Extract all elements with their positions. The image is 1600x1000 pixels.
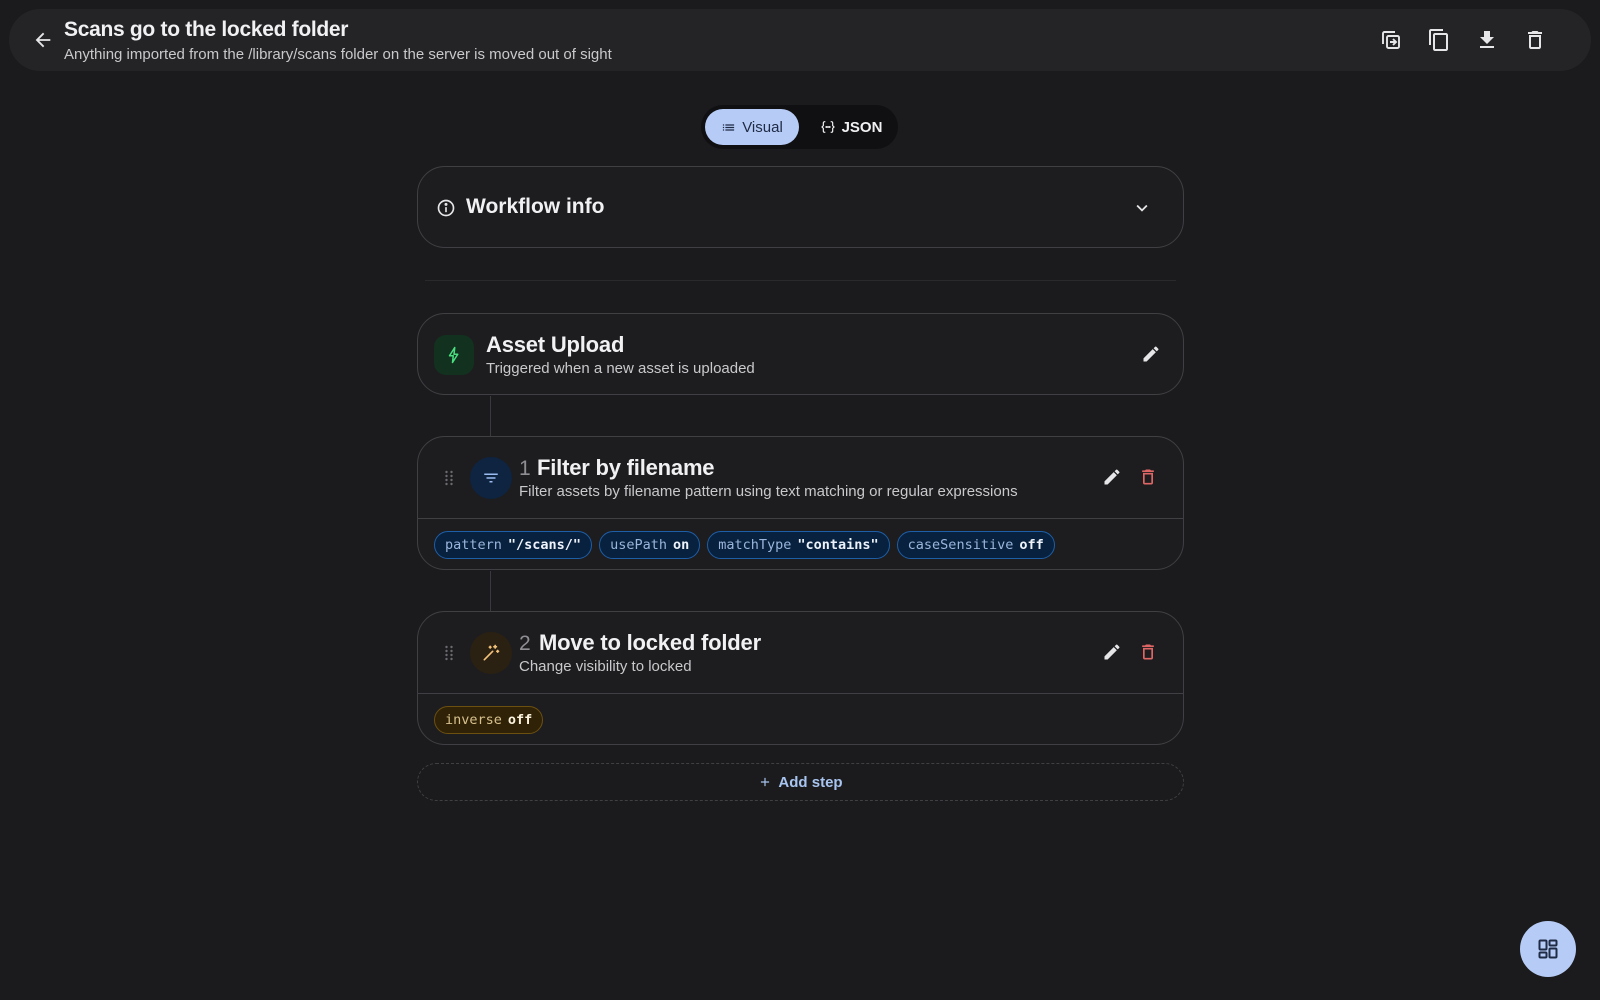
code-braces-icon (820, 119, 836, 135)
param-chip-casesensitive[interactable]: caseSensitive off (896, 531, 1055, 559)
flow-connector (490, 571, 491, 611)
step-separator (418, 518, 1183, 519)
step-params: pattern "/scans/" usePath on matchType "… (434, 531, 1055, 559)
edit-trigger-button[interactable] (1137, 340, 1165, 368)
magic-wand-icon (481, 643, 501, 663)
step-title: Filter by filename (537, 455, 715, 480)
param-key: caseSensitive (907, 537, 1014, 553)
filter-icon (482, 469, 500, 487)
visual-view-button[interactable]: Visual (705, 109, 799, 145)
trigger-title: Asset Upload (486, 332, 625, 357)
step-subtitle: Change visibility to locked (519, 658, 692, 675)
visual-view-label: Visual (742, 118, 783, 136)
plus-icon (758, 775, 772, 789)
back-button[interactable] (27, 24, 59, 56)
param-chip-matchtype[interactable]: matchType "contains" (707, 531, 890, 559)
drag-handle-icon[interactable] (444, 470, 454, 486)
dashboard-icon (1536, 937, 1560, 961)
step-card-move-locked: 2 Move to locked folder Change visibilit… (417, 611, 1184, 745)
param-chip-inverse[interactable]: inverse off (434, 706, 544, 734)
step-icon-badge (470, 632, 512, 674)
trigger-icon-badge (434, 335, 474, 375)
section-divider (425, 280, 1176, 281)
delete-step-button[interactable] (1134, 638, 1162, 666)
download-button[interactable] (1472, 25, 1502, 55)
step-icon-badge (470, 457, 512, 499)
flow-connector (490, 396, 491, 436)
step-card-filter: 1 Filter by filename Filter assets by fi… (417, 436, 1184, 570)
trigger-card: Asset Upload Triggered when a new asset … (417, 313, 1184, 395)
pencil-icon (1102, 642, 1122, 662)
view-toggle: Visual JSON (701, 105, 898, 149)
workflow-info-title: Workflow info (466, 195, 605, 218)
param-key: inverse (445, 712, 502, 728)
edit-step-button[interactable] (1098, 463, 1126, 491)
page-title: Scans go to the locked folder (64, 18, 349, 41)
step-header: 1 Filter by filename Filter assets by fi… (418, 437, 1183, 518)
delete-icon (1523, 28, 1547, 52)
list-icon (721, 120, 736, 135)
json-view-label: JSON (841, 118, 883, 136)
copy-icon (1427, 28, 1451, 52)
edit-step-button[interactable] (1098, 638, 1126, 666)
param-value: "/scans/" (507, 537, 582, 553)
param-chip-usepath[interactable]: usePath on (599, 531, 701, 559)
step-separator (418, 693, 1183, 694)
delete-step-button[interactable] (1134, 463, 1162, 491)
param-value: off (507, 712, 533, 728)
trash-icon (1138, 642, 1158, 662)
step-header: 2 Move to locked folder Change visibilit… (418, 612, 1183, 693)
trigger-subtitle: Triggered when a new asset is uploaded (486, 360, 755, 377)
step-params: inverse off (434, 706, 544, 734)
param-value: on (672, 537, 690, 553)
step-subtitle: Filter assets by filename pattern using … (519, 483, 1018, 500)
pencil-icon (1141, 344, 1161, 364)
workflow-header: Scans go to the locked folder Anything i… (9, 9, 1591, 71)
step-number: 1 (519, 457, 531, 480)
param-value: "contains" (797, 537, 879, 553)
param-key: matchType (718, 537, 792, 553)
lightning-icon (445, 346, 463, 364)
chevron-down-icon[interactable] (1131, 197, 1153, 219)
json-view-button[interactable]: JSON (809, 109, 893, 145)
back-arrow-icon (32, 29, 54, 51)
info-icon (436, 198, 456, 218)
step-number: 2 (519, 632, 531, 655)
add-step-label: Add step (778, 773, 843, 791)
trash-icon (1138, 467, 1158, 487)
download-icon (1475, 28, 1499, 52)
page-subtitle: Anything imported from the /library/scan… (64, 46, 612, 63)
param-key: usePath (610, 537, 667, 553)
step-title: Move to locked folder (539, 630, 761, 655)
param-value: off (1019, 537, 1044, 553)
duplicate-icon (1379, 28, 1403, 52)
add-step-button[interactable]: Add step (417, 763, 1184, 801)
dashboard-fab-button[interactable] (1520, 921, 1576, 977)
workflow-info-card[interactable]: Workflow info (417, 166, 1184, 248)
param-key: pattern (445, 537, 502, 553)
copy-button[interactable] (1424, 25, 1454, 55)
param-chip-pattern[interactable]: pattern "/scans/" (434, 531, 593, 559)
duplicate-button[interactable] (1376, 25, 1406, 55)
delete-workflow-button[interactable] (1520, 25, 1550, 55)
pencil-icon (1102, 467, 1122, 487)
drag-handle-icon[interactable] (444, 645, 454, 661)
